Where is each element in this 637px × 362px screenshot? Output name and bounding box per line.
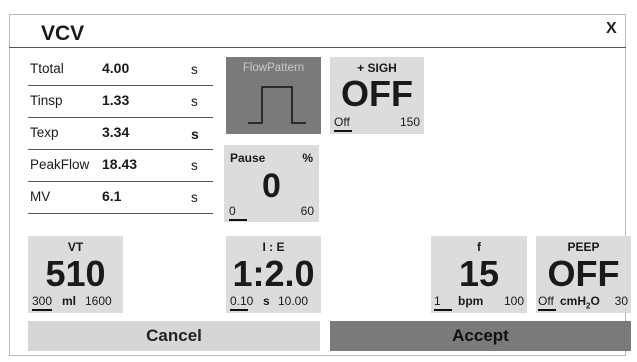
vt-min: 300 xyxy=(32,294,53,308)
param-unit: s xyxy=(191,190,198,205)
peep-max: 30 xyxy=(614,294,628,308)
param-value: 18.43 xyxy=(102,156,138,172)
frequency-min: 1 xyxy=(434,294,441,308)
param-row-tinsp: Tinsp 1.33 s xyxy=(28,86,213,118)
param-value: 6.1 xyxy=(102,188,122,204)
frequency-unit: bpm xyxy=(458,294,484,308)
peep-range-indicator xyxy=(538,309,556,311)
vt-value: 510 xyxy=(45,253,106,294)
accept-button[interactable]: Accept xyxy=(330,321,631,351)
frequency-label: f xyxy=(477,240,481,254)
frequency-max: 100 xyxy=(503,294,524,308)
peep-unit: cmH2O xyxy=(560,294,600,311)
ie-label: I : E xyxy=(262,240,285,254)
sigh-min: Off xyxy=(334,115,350,129)
frequency-control[interactable]: f 15 1 bpm 100 xyxy=(431,236,527,313)
peep-min: Off xyxy=(538,294,554,308)
sigh-control[interactable]: + SIGH OFF Off 150 xyxy=(330,57,424,134)
param-row-mv: MV 6.1 s xyxy=(28,182,213,214)
ie-min: 0.10 xyxy=(230,294,254,308)
pause-min: 0 xyxy=(229,204,236,218)
param-name: Texp xyxy=(30,125,59,140)
pause-max: 60 xyxy=(300,204,314,218)
mode-title: VCV xyxy=(41,22,85,45)
sigh-max: 150 xyxy=(399,115,420,129)
pause-value: 0 xyxy=(262,167,281,205)
vt-range-indicator xyxy=(32,309,52,311)
vt-max: 1600 xyxy=(85,294,112,308)
ie-unit: s xyxy=(263,294,270,308)
param-row-texp: Texp 3.34 s xyxy=(28,118,213,150)
param-unit: s xyxy=(191,62,198,77)
peep-value: OFF xyxy=(547,253,620,294)
ie-range-indicator xyxy=(230,309,248,311)
param-name: Tinsp xyxy=(30,93,63,108)
header-divider xyxy=(9,47,626,48)
vt-label: VT xyxy=(67,240,84,254)
param-name: Ttotal xyxy=(30,61,64,76)
param-name: MV xyxy=(30,189,51,204)
param-unit: s xyxy=(191,158,198,173)
ie-max: 10.00 xyxy=(278,294,309,308)
vt-unit: ml xyxy=(62,294,77,308)
close-button[interactable]: X xyxy=(606,20,617,38)
ie-ratio-control[interactable]: I : E 1:2.0 0.10 s 10.00 xyxy=(226,236,321,313)
pause-unit: % xyxy=(302,151,313,165)
sigh-value: OFF xyxy=(341,73,413,114)
param-name: PeakFlow xyxy=(30,157,90,172)
param-unit: s xyxy=(191,126,199,142)
square-wave-icon xyxy=(248,86,306,124)
sigh-range-indicator xyxy=(334,130,352,132)
param-row-ttotal: Ttotal 4.00 s xyxy=(28,54,213,86)
peep-control[interactable]: PEEP OFF Off cmH2O 30 xyxy=(536,236,631,313)
peep-label: PEEP xyxy=(567,240,600,254)
param-value: 1.33 xyxy=(102,92,130,108)
param-value: 4.00 xyxy=(102,60,130,76)
cancel-button[interactable]: Cancel xyxy=(28,321,320,351)
pause-control[interactable]: Pause % 0 0 60 xyxy=(224,145,319,222)
vt-control[interactable]: VT 510 300 ml 1600 xyxy=(28,236,123,313)
ie-value: 1:2.0 xyxy=(232,253,315,294)
param-value: 3.34 xyxy=(102,124,130,140)
frequency-value: 15 xyxy=(458,253,500,294)
param-row-peakflow: PeakFlow 18.43 s xyxy=(28,150,213,182)
pause-range-indicator xyxy=(229,219,247,221)
pause-label: Pause xyxy=(230,151,266,165)
flow-pattern-button[interactable]: FlowPattern xyxy=(226,57,321,134)
frequency-range-indicator xyxy=(434,309,452,311)
param-unit: s xyxy=(191,94,198,109)
